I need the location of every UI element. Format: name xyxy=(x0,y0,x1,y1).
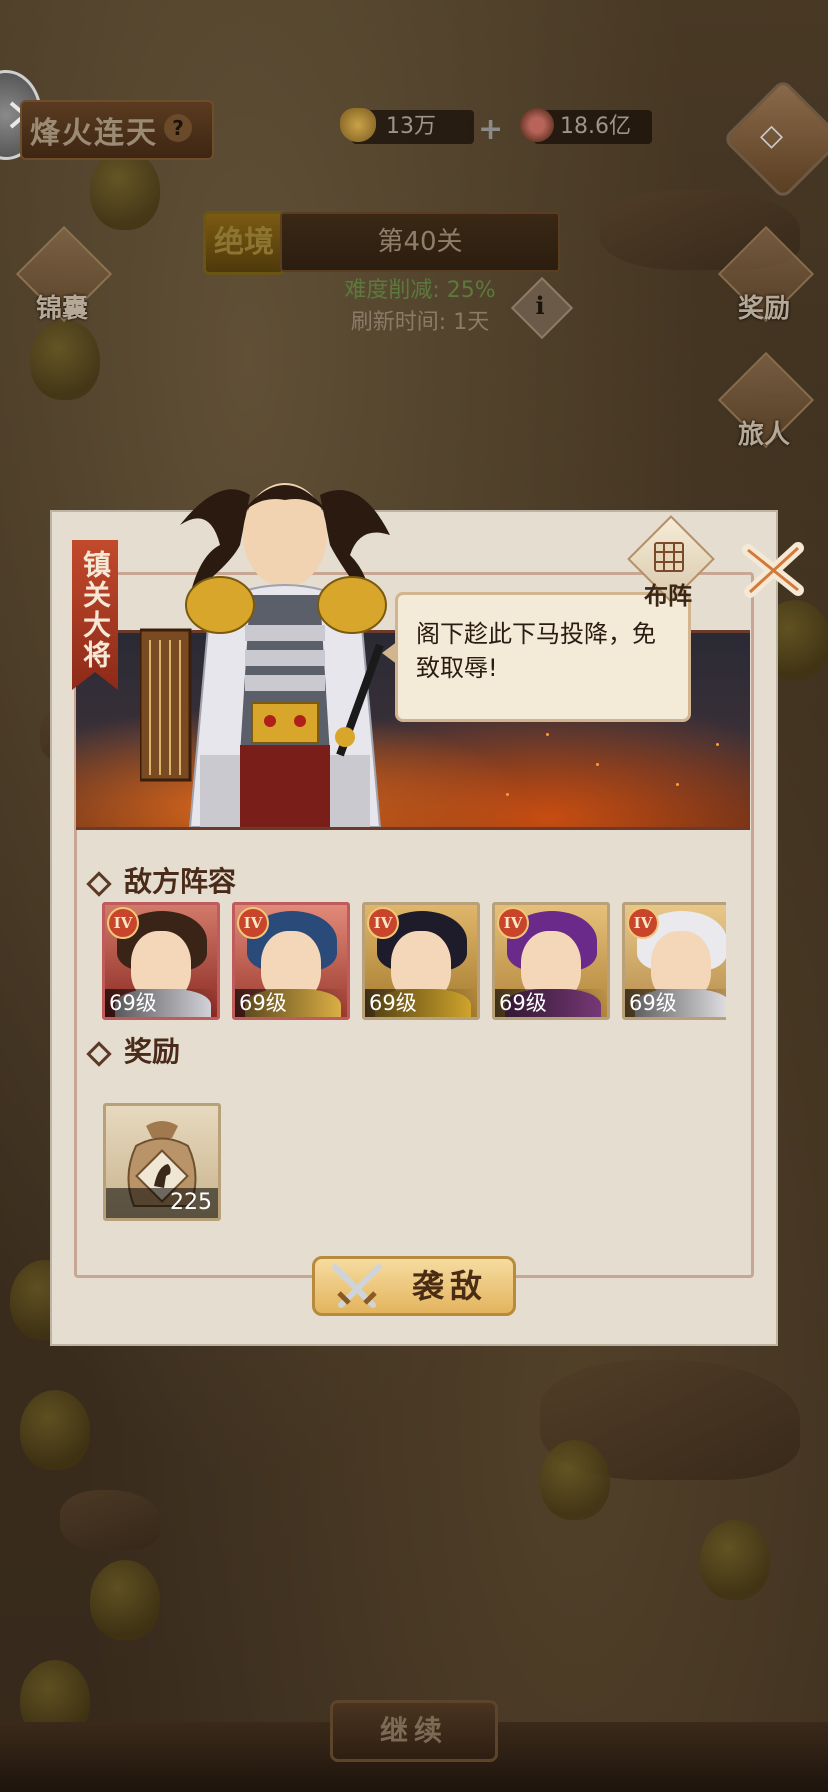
copper-value: 18.6亿 xyxy=(560,114,631,139)
diamond-bullet-icon xyxy=(86,1040,112,1067)
event-title: 烽火连天 xyxy=(30,116,158,151)
tier-badge: IV xyxy=(497,907,529,939)
enemy-lineup: IV 69级 IV 69级 IV 69级 IV 69级 IV 69级 xyxy=(102,902,726,1022)
tier-badge: IV xyxy=(367,907,399,939)
traveler-label: 旅人 xyxy=(737,420,790,450)
enemy-hero-card[interactable]: IV 69级 xyxy=(102,902,220,1020)
rewards-button[interactable]: 奖励 xyxy=(717,225,815,324)
reward-heading: 奖励 xyxy=(86,1030,181,1070)
help-icon[interactable]: ? xyxy=(164,114,192,142)
tips-bag-button[interactable]: 锦囊 xyxy=(15,225,113,324)
reward-title: 奖励 xyxy=(124,1035,181,1068)
enemy-lineup-heading: 敌方阵容 xyxy=(86,860,237,900)
tier-badge: IV xyxy=(627,907,659,939)
continue-button[interactable]: 继续 xyxy=(330,1700,498,1762)
tips-bag-label: 锦囊 xyxy=(35,294,88,324)
reward-count: 225 xyxy=(106,1188,218,1218)
speech-bubble: 阁下趁此下马投降，免致取辱! xyxy=(382,592,691,722)
stage-number: 第40关 xyxy=(280,212,560,272)
tier-badge: IV xyxy=(237,907,269,939)
hero-level: 69级 xyxy=(625,989,726,1017)
spark xyxy=(676,783,679,786)
hero-level: 69级 xyxy=(235,989,347,1017)
silver-ingot-icon xyxy=(340,108,376,142)
spark xyxy=(506,793,509,796)
enemy-hero-card[interactable]: IV 69级 xyxy=(492,902,610,1020)
diamond-bullet-icon xyxy=(86,870,112,897)
copper-coin-icon xyxy=(520,108,554,142)
enemy-hero-card[interactable]: IV 69级 xyxy=(232,902,350,1020)
crossed-swords-icon xyxy=(332,1264,382,1308)
hero-level: 69级 xyxy=(105,989,217,1017)
spark xyxy=(596,763,599,766)
rewards-label: 奖励 xyxy=(737,294,790,324)
silver-value: 13万 xyxy=(386,114,436,139)
spark xyxy=(716,743,719,746)
hero-level: 69级 xyxy=(495,989,607,1017)
info-icon: i xyxy=(535,291,545,320)
traveler-button[interactable]: 旅人 xyxy=(717,351,815,450)
nav-diamond-icon: ◇ xyxy=(760,118,784,153)
close-icon[interactable] xyxy=(740,540,806,600)
difficulty-reduction: 难度削减: 25% xyxy=(344,278,496,303)
attack-button[interactable]: 袭敌 xyxy=(312,1256,516,1316)
formation-label[interactable]: 布阵 xyxy=(628,576,708,611)
tier-badge: IV xyxy=(107,907,139,939)
mode-badge: 绝境 xyxy=(203,211,285,275)
formation-grid-icon xyxy=(654,542,684,572)
spark xyxy=(546,733,549,736)
enemy-lineup-title: 敌方阵容 xyxy=(124,865,237,898)
plus-icon[interactable]: + xyxy=(478,112,503,147)
enemy-hero-card[interactable]: IV 69级 xyxy=(362,902,480,1020)
general-title: 镇关大将 xyxy=(79,550,112,670)
reward-item[interactable]: 225 xyxy=(103,1103,221,1221)
attack-label: 袭敌 xyxy=(411,1267,488,1305)
enemy-hero-card[interactable]: IV 69级 xyxy=(622,902,726,1020)
hero-level: 69级 xyxy=(365,989,477,1017)
